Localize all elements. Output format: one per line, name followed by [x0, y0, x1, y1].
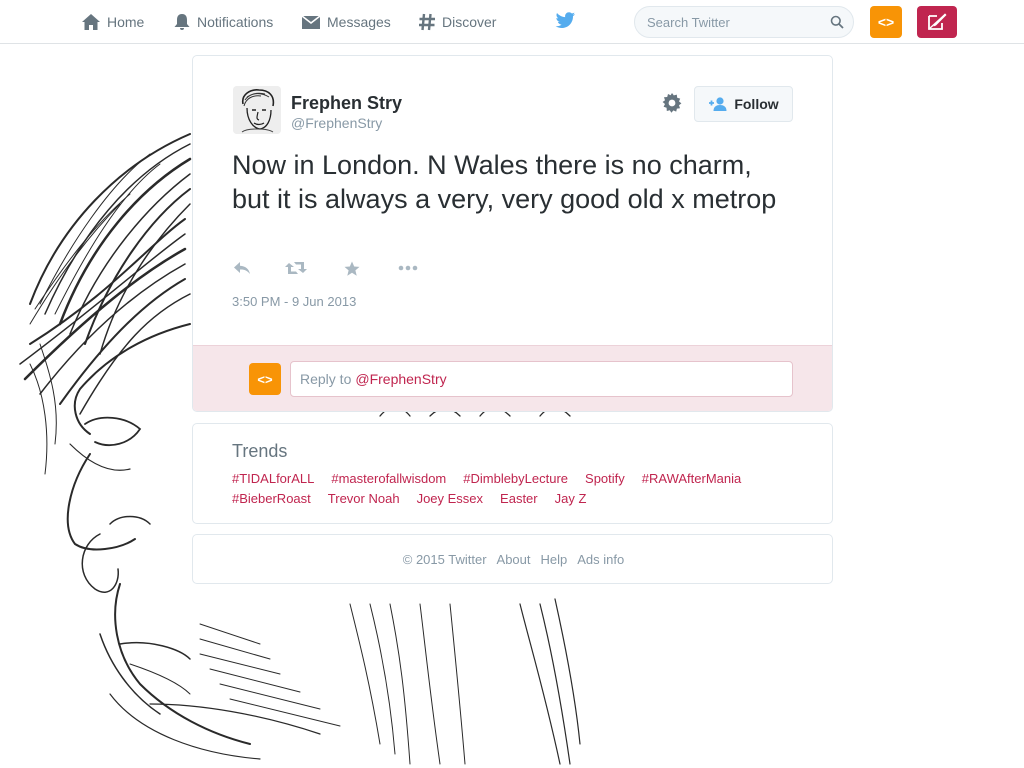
trend-link[interactable]: #DimblebyLecture [463, 471, 568, 486]
footer-links: © 2015 Twitter About Help Ads info [193, 552, 834, 567]
trend-link[interactable]: Easter [500, 491, 538, 506]
compose-icon [928, 13, 947, 30]
reply-avatar: <> [249, 363, 281, 395]
avatar[interactable] [233, 86, 281, 134]
tweet-card: Frephen Stry @FrephenStry Follow Now in … [192, 55, 833, 412]
nav-discover-label: Discover [442, 14, 497, 30]
footer-copyright: © 2015 Twitter [402, 552, 487, 567]
footer-ads-link[interactable]: Ads info [577, 552, 624, 567]
footer-card: © 2015 Twitter About Help Ads info [192, 534, 833, 584]
nav-notifications[interactable]: Notifications [173, 0, 273, 44]
star-icon[interactable] [344, 261, 360, 277]
nav-discover[interactable]: Discover [418, 0, 496, 44]
footer-help-link[interactable]: Help [541, 552, 568, 567]
nav-messages[interactable]: Messages [301, 0, 391, 44]
footer-about-link[interactable]: About [497, 552, 531, 567]
home-icon [82, 14, 100, 30]
tweet-timestamp[interactable]: 3:50 PM - 9 Jun 2013 [232, 294, 356, 309]
compose-button[interactable] [917, 6, 957, 38]
reply-mention: @FrephenStry [355, 371, 447, 387]
tweet-text: Now in London. N Wales there is no charm… [232, 150, 777, 214]
bell-icon [174, 14, 190, 30]
reply-area: <> Reply to @FrephenStry [193, 345, 832, 411]
add-user-icon [709, 97, 727, 111]
retweet-icon[interactable] [285, 261, 307, 275]
envelope-icon [301, 15, 321, 29]
more-icon[interactable] [398, 261, 418, 275]
trend-link[interactable]: Joey Essex [417, 491, 483, 506]
follow-button[interactable]: Follow [694, 86, 793, 122]
search-input[interactable] [647, 7, 827, 37]
trend-link[interactable]: #TIDALforALL [232, 471, 314, 486]
trends-card: Trends #TIDALforALL #masterofallwisdom #… [192, 423, 833, 524]
code-button[interactable]: <> [870, 6, 902, 38]
trend-link[interactable]: #masterofallwisdom [331, 471, 446, 486]
top-navigation-bar: Home Notifications Messages Discover <> [0, 0, 1024, 44]
reply-input[interactable]: Reply to @FrephenStry [290, 361, 793, 397]
trend-link[interactable]: Spotify [585, 471, 625, 486]
gear-icon[interactable] [662, 93, 682, 113]
trend-link[interactable]: Jay Z [555, 491, 587, 506]
search-box[interactable] [634, 6, 854, 38]
reply-icon[interactable] [233, 261, 251, 275]
trend-link[interactable]: #RAWAfterMania [642, 471, 741, 486]
nav-home[interactable]: Home [81, 0, 144, 44]
tweet-author-handle[interactable]: @FrephenStry [291, 115, 382, 131]
twitter-bird-icon[interactable] [554, 11, 576, 31]
trends-row-1: #TIDALforALL #masterofallwisdom #Dimbleb… [232, 471, 758, 486]
reply-prefix: Reply to [300, 371, 352, 387]
nav-notifications-label: Notifications [197, 14, 274, 30]
hashtag-icon [419, 13, 435, 31]
nav-messages-label: Messages [327, 14, 391, 30]
follow-button-label: Follow [734, 96, 779, 112]
search-icon[interactable] [830, 15, 844, 29]
trend-link[interactable]: Trevor Noah [328, 491, 400, 506]
trends-row-2: #BieberRoast Trevor Noah Joey Essex East… [232, 491, 603, 506]
nav-home-label: Home [107, 14, 145, 30]
tweet-author-name[interactable]: Frephen Stry [291, 93, 402, 114]
trends-title: Trends [232, 441, 288, 461]
trend-link[interactable]: #BieberRoast [232, 491, 311, 506]
